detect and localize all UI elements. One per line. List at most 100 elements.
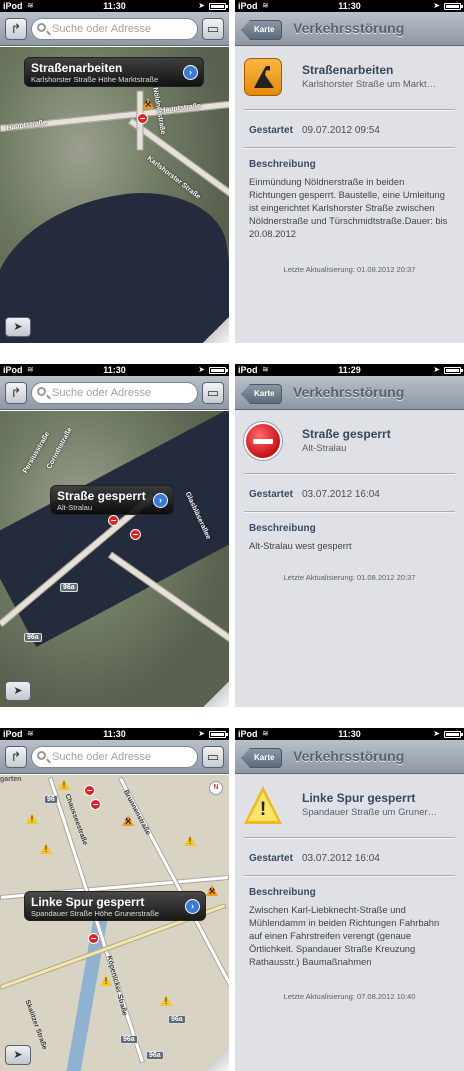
locate-me-button[interactable]: ➤ (5, 317, 31, 337)
callout-subtitle: Karlshorster Straße Höhe Marktstraße (31, 75, 159, 84)
search-placeholder: Suche oder Adresse (52, 387, 152, 399)
roadwork-pin[interactable]: ⚒ (206, 885, 218, 896)
search-icon (37, 387, 46, 396)
description-label: Beschreibung (249, 159, 316, 170)
locate-me-button[interactable]: ➤ (5, 681, 31, 701)
map-view[interactable]: Hauptstraße Hauptstraße Karlshorster Str… (0, 47, 229, 343)
description-label: Beschreibung (249, 523, 316, 534)
status-bar: iPod ≋ 11:30 ➤ (235, 0, 464, 12)
map-area-label: garten (0, 776, 22, 783)
bookmarks-button[interactable]: ▭ (202, 18, 224, 40)
incident-location: Karlshorster Straße um Markt… (302, 79, 437, 90)
last-updated: Letzte Aktualisierung: 01.08.2012 20:37 (283, 265, 416, 274)
row-3: iPod ≋ 11:30 ➤ ↱ Suche oder Adresse ▭ ga… (0, 728, 464, 1071)
started-value: 09.07.2012 09:54 (302, 125, 380, 136)
status-bar: iPod ≋ 11:30 ➤ (235, 728, 464, 740)
directions-button[interactable]: ↱ (5, 382, 27, 404)
location-services-icon: ➤ (198, 1, 205, 10)
bookmarks-button[interactable]: ▭ (202, 382, 224, 404)
warning-pin[interactable]: ! (58, 779, 70, 790)
battery-icon (209, 731, 228, 738)
map-screen-3: iPod ≋ 11:30 ➤ ↱ Suche oder Adresse ▭ ga… (0, 728, 229, 1071)
nav-bar: Karte Verkehrsstörung (235, 376, 464, 410)
map-toolbar: ↱ Suche oder Adresse ▭ (0, 740, 229, 774)
route-shield: 96a (60, 583, 78, 592)
detail-screen-1: iPod ≋ 11:30 ➤ Karte Verkehrsstörung Str… (235, 0, 464, 343)
search-icon (37, 751, 46, 760)
location-services-icon: ➤ (198, 365, 205, 374)
route-shield: 96a (168, 1015, 186, 1024)
incident-title: Straße gesperrt (302, 427, 391, 441)
detail-screen-2: iPod ≋ 11:29 ➤ Karte Verkehrsstörung Str… (235, 364, 464, 707)
location-services-icon: ➤ (433, 729, 440, 738)
started-value: 03.07.2012 16:04 (302, 853, 380, 864)
compass-icon[interactable]: N (209, 781, 223, 795)
divider (244, 837, 455, 838)
route-shield: 96 (44, 795, 58, 804)
warning-pin[interactable]: ! (184, 835, 196, 846)
road-closed-pin[interactable] (108, 515, 119, 526)
road-closed-pin[interactable] (137, 113, 148, 124)
road-closed-pin[interactable] (84, 785, 95, 796)
warning-pin[interactable]: ! (40, 843, 52, 854)
incident-title: Straßenarbeiten (302, 63, 394, 77)
bookmarks-button[interactable]: ▭ (202, 746, 224, 768)
directions-button[interactable]: ↱ (5, 18, 27, 40)
back-button[interactable]: Karte (241, 748, 283, 768)
map-view[interactable]: garten 96 Chausseestraße Brunnenstraße K… (0, 775, 229, 1071)
road-closed-pin[interactable] (88, 933, 99, 944)
battery-icon (444, 3, 463, 10)
map-view[interactable]: Corinthstraße Persiusstraße Glasbläseral… (0, 411, 229, 707)
locate-me-button[interactable]: ➤ (5, 1045, 31, 1065)
last-updated: Letzte Aktualisierung: 07.08.2012 10:40 (283, 992, 416, 1001)
disclosure-arrow-icon[interactable]: › (183, 65, 198, 80)
route-shield: 96a (146, 1051, 164, 1060)
directions-arrow-icon: ↱ (10, 749, 22, 764)
back-button[interactable]: Karte (241, 384, 283, 404)
location-services-icon: ➤ (433, 365, 440, 374)
search-placeholder: Suche oder Adresse (52, 23, 152, 35)
search-field[interactable]: Suche oder Adresse (31, 18, 198, 40)
road-closed-pin[interactable] (90, 799, 101, 810)
status-bar: iPod ≋ 11:30 ➤ (0, 728, 229, 740)
page-curl-button[interactable] (203, 317, 229, 343)
page-curl-button[interactable] (203, 1045, 229, 1071)
divider (244, 147, 455, 148)
map-toolbar: ↱ Suche oder Adresse ▭ (0, 376, 229, 410)
no-entry-icon (244, 422, 282, 460)
incident-location: Alt-Stralau (302, 443, 347, 454)
disclosure-arrow-icon[interactable]: › (185, 899, 200, 914)
roadwork-pin[interactable]: ⚒ (122, 815, 134, 826)
warning-pin[interactable]: ! (26, 813, 38, 824)
map-screen-1: iPod ≋ 11:30 ➤ ↱ Suche oder Adresse ▭ Ha… (0, 0, 229, 343)
book-icon: ▭ (206, 749, 220, 764)
map-callout[interactable]: Straße gesperrt Alt-Stralau › (50, 485, 174, 515)
book-icon: ▭ (206, 385, 220, 400)
status-bar: iPod ≋ 11:30 ➤ (0, 0, 229, 12)
back-button[interactable]: Karte (241, 20, 283, 40)
nav-bar: Karte Verkehrsstörung (235, 12, 464, 46)
page-curl-button[interactable] (203, 681, 229, 707)
road-closed-pin[interactable] (130, 529, 141, 540)
search-placeholder: Suche oder Adresse (52, 751, 152, 763)
detail-screen-3: iPod ≋ 11:30 ➤ Karte Verkehrsstörung Lin… (235, 728, 464, 1071)
search-field[interactable]: Suche oder Adresse (31, 382, 198, 404)
map-callout[interactable]: Linke Spur gesperrt Spandauer Straße Höh… (24, 891, 206, 921)
water-area (0, 181, 229, 343)
started-value: 03.07.2012 16:04 (302, 489, 380, 500)
warning-pin[interactable]: ! (160, 995, 172, 1006)
last-updated: Letzte Aktualisierung: 01.08.2012 20:37 (283, 573, 416, 582)
route-shield: 96a (24, 633, 42, 642)
callout-title: Straße gesperrt (57, 489, 146, 503)
route-shield: 96a (120, 1035, 138, 1044)
callout-subtitle: Spandauer Straße Höhe Grunerstraße (31, 909, 159, 918)
started-label: Gestartet (249, 125, 293, 136)
row-2: iPod ≋ 11:30 ➤ ↱ Suche oder Adresse ▭ Co… (0, 364, 464, 707)
disclosure-arrow-icon[interactable]: › (153, 493, 168, 508)
directions-button[interactable]: ↱ (5, 746, 27, 768)
map-callout[interactable]: Straßenarbeiten Karlshorster Straße Höhe… (24, 57, 204, 87)
search-field[interactable]: Suche oder Adresse (31, 746, 198, 768)
divider (244, 875, 455, 876)
callout-title: Straßenarbeiten (31, 61, 123, 75)
battery-icon (209, 367, 228, 374)
